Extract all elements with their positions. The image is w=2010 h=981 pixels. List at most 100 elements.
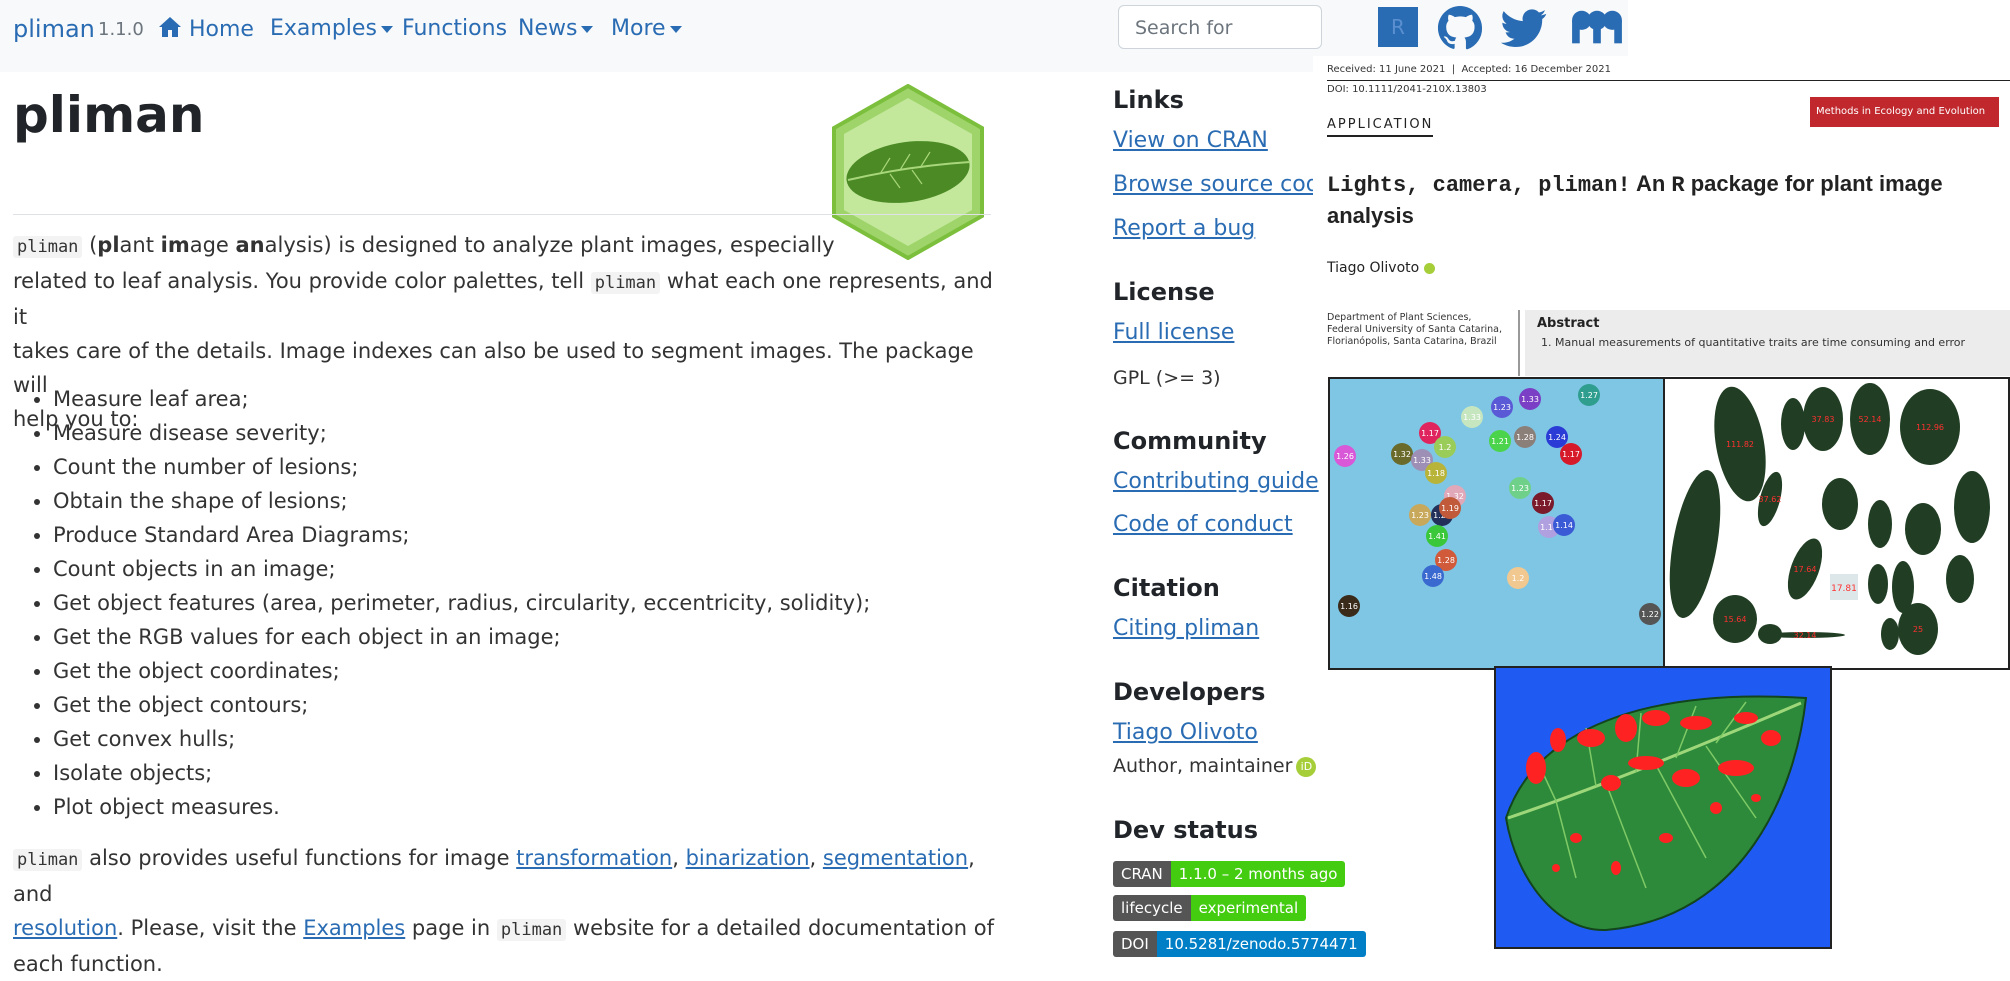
intro-text: age xyxy=(189,233,236,257)
contributing-guide-link[interactable]: Contributing guide xyxy=(1113,469,1319,494)
outro-text: , xyxy=(672,846,686,870)
citation-heading: Citation xyxy=(1113,574,1220,602)
seed-label: 1.22 xyxy=(1641,610,1659,619)
github-icon[interactable] xyxy=(1437,5,1483,51)
intro-text: ( xyxy=(82,233,98,257)
seed-label: 1.17 xyxy=(1562,450,1580,459)
orcid-icon[interactable]: iD xyxy=(1296,756,1317,777)
paper-rule xyxy=(1327,80,2010,81)
nav-functions[interactable]: Functions xyxy=(402,16,507,41)
seed-label: 1.32 xyxy=(1393,450,1411,459)
paper-divider xyxy=(1518,310,1520,376)
leaf-shape xyxy=(1946,555,1974,603)
aff-line: Department of Plant Sciences, xyxy=(1327,312,1472,323)
badge-value: experimental xyxy=(1190,895,1307,921)
list-item: Count objects in an image; xyxy=(53,552,870,586)
seed-label: 1.2 xyxy=(1512,574,1525,583)
seed-label: 1.28 xyxy=(1516,433,1534,442)
list-item: Get the object coordinates; xyxy=(53,654,870,688)
chevron-down-icon xyxy=(380,25,393,33)
mastodon-icon[interactable] xyxy=(1568,5,1626,51)
paper-title: Lights, camera, pliman! An R package for… xyxy=(1327,169,1997,231)
leaf-label: 15.64 xyxy=(1724,615,1747,624)
intro-line-2: related to leaf analysis. You provide co… xyxy=(13,264,993,334)
seed-label: 1.27 xyxy=(1580,391,1598,400)
intro-bold: pl xyxy=(97,233,120,257)
outro-text: also provides useful functions for image xyxy=(82,846,517,870)
paper-dates: Received: 11 June 2021 | Accepted: 16 De… xyxy=(1327,64,1611,75)
code-of-conduct-link[interactable]: Code of conduct xyxy=(1113,512,1293,537)
leaf-shape xyxy=(1669,470,1721,618)
aff-line: Federal University of Santa Catarina, xyxy=(1327,324,1503,335)
segmentation-link[interactable]: segmentation xyxy=(823,846,968,870)
intro-bold: an xyxy=(235,233,265,257)
paper-title-c: R xyxy=(1671,173,1685,198)
seed-label: 1.17 xyxy=(1421,429,1439,438)
r-icon[interactable]: R xyxy=(1378,7,1418,47)
resolution-link[interactable]: resolution xyxy=(13,916,117,940)
nav-news[interactable]: News xyxy=(518,16,594,41)
report-bug-link[interactable]: Report a bug xyxy=(1113,216,1255,241)
list-item: Get the object contours; xyxy=(53,688,870,722)
leaf-shape xyxy=(1781,398,1805,450)
list-item: Measure disease severity; xyxy=(53,416,870,450)
list-item: Isolate objects; xyxy=(53,756,870,790)
outro-text: website for a detailed documentation of xyxy=(566,916,995,940)
abstract-heading: Abstract xyxy=(1537,316,1600,331)
brand-link[interactable]: pliman xyxy=(13,15,95,43)
paper-title-b: An xyxy=(1630,171,1672,196)
binarization-link[interactable]: binarization xyxy=(686,846,810,870)
nav-news-label: News xyxy=(518,16,578,41)
nav-more[interactable]: More xyxy=(611,16,682,41)
paper-doi: DOI: 10.1111/2041-210X.13803 xyxy=(1327,84,1487,95)
view-on-cran-link[interactable]: View on CRAN xyxy=(1113,128,1268,153)
developers-heading: Developers xyxy=(1113,678,1266,706)
badge-label: CRAN xyxy=(1113,861,1171,887)
leaf-shape xyxy=(1868,500,1892,548)
citing-pliman-link[interactable]: Citing pliman xyxy=(1113,616,1259,641)
examples-link[interactable]: Examples xyxy=(303,916,405,940)
full-license-link[interactable]: Full license xyxy=(1113,320,1234,345)
leaf-shape xyxy=(1905,503,1941,555)
paper-author-name: Tiago Olivoto xyxy=(1327,260,1420,276)
paper-affiliation: Department of Plant Sciences, Federal Un… xyxy=(1327,312,1502,348)
chevron-down-icon xyxy=(581,25,594,33)
list-item: Get convex hulls; xyxy=(53,722,870,756)
nav-functions-label: Functions xyxy=(402,16,508,41)
seed-label: 1.19 xyxy=(1441,504,1459,513)
aff-line: Florianópolis, Santa Catarina, Brazil xyxy=(1327,336,1497,347)
intro-bold: im xyxy=(160,233,190,257)
leaf-label: 112.96 xyxy=(1916,423,1944,432)
badge-label: lifecycle xyxy=(1113,895,1191,921)
twitter-icon[interactable] xyxy=(1501,5,1547,51)
chevron-down-icon xyxy=(669,25,682,33)
abstract-text: 1. Manual measurements of quantitative t… xyxy=(1541,336,1966,349)
search-input[interactable]: Search for xyxy=(1118,5,1322,49)
nav-examples[interactable]: Examples xyxy=(270,16,393,41)
intro-text: ant xyxy=(119,233,161,257)
paper-abstract: Abstract 1. Manual measurements of quant… xyxy=(1525,310,2010,376)
seed-label: 1.26 xyxy=(1336,452,1354,461)
nav-home[interactable]: Home xyxy=(158,16,254,42)
developer-link[interactable]: Tiago Olivoto xyxy=(1113,720,1258,745)
inline-code: pliman xyxy=(496,919,567,941)
transformation-link[interactable]: transformation xyxy=(516,846,672,870)
inline-code: pliman xyxy=(13,849,83,871)
browse-source-link[interactable]: Browse source code xyxy=(1113,172,1333,197)
outro-text: . Please, visit the xyxy=(117,916,304,940)
outro-text: page in xyxy=(405,916,497,940)
seed-label: 1.23 xyxy=(1493,403,1511,412)
seed-label: 1.23 xyxy=(1511,484,1529,493)
home-icon xyxy=(159,17,181,37)
lifecycle-badge[interactable]: lifecycle experimental xyxy=(1113,895,1307,921)
cran-badge[interactable]: CRAN 1.1.0 – 2 months ago xyxy=(1113,861,1346,887)
doi-badge[interactable]: DOI 10.5281/zenodo.5774471 xyxy=(1113,931,1366,957)
seed-label: 1.33 xyxy=(1463,413,1481,422)
title-divider xyxy=(13,214,991,215)
seed-label: 1.21 xyxy=(1491,437,1509,446)
seed-label: 1.41 xyxy=(1428,532,1446,541)
leaf-shape xyxy=(1954,471,1990,543)
disease-figure xyxy=(1504,695,1808,932)
paper-author: Tiago Olivoto xyxy=(1327,260,1435,276)
seed-label: 1.24 xyxy=(1548,433,1566,442)
